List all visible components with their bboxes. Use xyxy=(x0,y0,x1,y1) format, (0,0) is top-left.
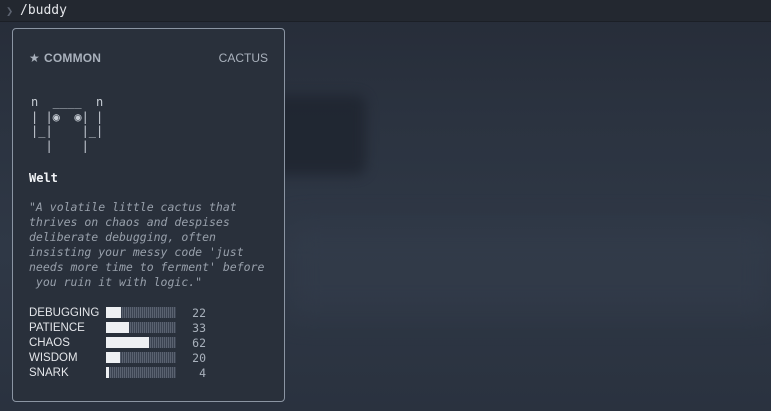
stat-bar xyxy=(106,337,176,348)
chevron-right-icon: ❯ xyxy=(6,4,14,18)
star-icon: ★ xyxy=(29,51,40,65)
cactus-ascii-art: n ____ n | |◉ ◉| | |_| |_| | | xyxy=(31,95,104,153)
stat-bar xyxy=(106,352,176,363)
terminal-screen: ❯ /buddy ★ COMMON CACTUS n ____ n | |◉ ◉|… xyxy=(0,0,771,411)
stat-bar-fill xyxy=(106,307,122,318)
stat-value: 33 xyxy=(192,320,206,335)
stat-label: DEBUGGING xyxy=(29,306,100,319)
stat-row-debugging: DEBUGGING 22 xyxy=(29,305,206,320)
stat-bar-fill xyxy=(106,322,130,333)
stat-value: 62 xyxy=(192,335,206,350)
stat-bar-fill xyxy=(106,367,109,378)
stats-list: DEBUGGING 22 PATIENCE 33 CHAOS 62 WISDOM… xyxy=(29,305,206,380)
stat-value: 4 xyxy=(199,365,206,380)
stat-bar xyxy=(106,322,176,333)
stat-bar-fill xyxy=(106,337,150,348)
buddy-name: Welt xyxy=(29,171,58,185)
stat-value: 22 xyxy=(192,305,206,320)
stat-label: CHAOS xyxy=(29,336,70,349)
buddy-description: "A volatile little cactus that thrives o… xyxy=(29,200,265,289)
stat-bar xyxy=(106,307,176,318)
stat-value: 20 xyxy=(192,350,206,365)
stat-label: SNARK xyxy=(29,366,69,379)
stat-bar xyxy=(106,367,176,378)
stat-row-chaos: CHAOS 62 xyxy=(29,335,206,350)
rarity-text: COMMON xyxy=(43,51,102,65)
buddy-card: ★ COMMON CACTUS n ____ n | |◉ ◉| | |_| |_… xyxy=(12,28,285,402)
stat-row-patience: PATIENCE 33 xyxy=(29,320,206,335)
stat-row-snark: SNARK 4 xyxy=(29,365,206,380)
stat-bar-fill xyxy=(106,352,120,363)
stat-row-wisdom: WISDOM 20 xyxy=(29,350,206,365)
command-text: /buddy xyxy=(20,3,67,18)
stat-label: WISDOM xyxy=(29,351,78,364)
rarity-label: ★ COMMON xyxy=(29,51,101,65)
blurred-background-band xyxy=(290,225,771,315)
stat-label: PATIENCE xyxy=(29,321,85,334)
command-bar[interactable]: ❯ /buddy xyxy=(0,0,771,22)
species-label: CACTUS xyxy=(218,51,268,65)
